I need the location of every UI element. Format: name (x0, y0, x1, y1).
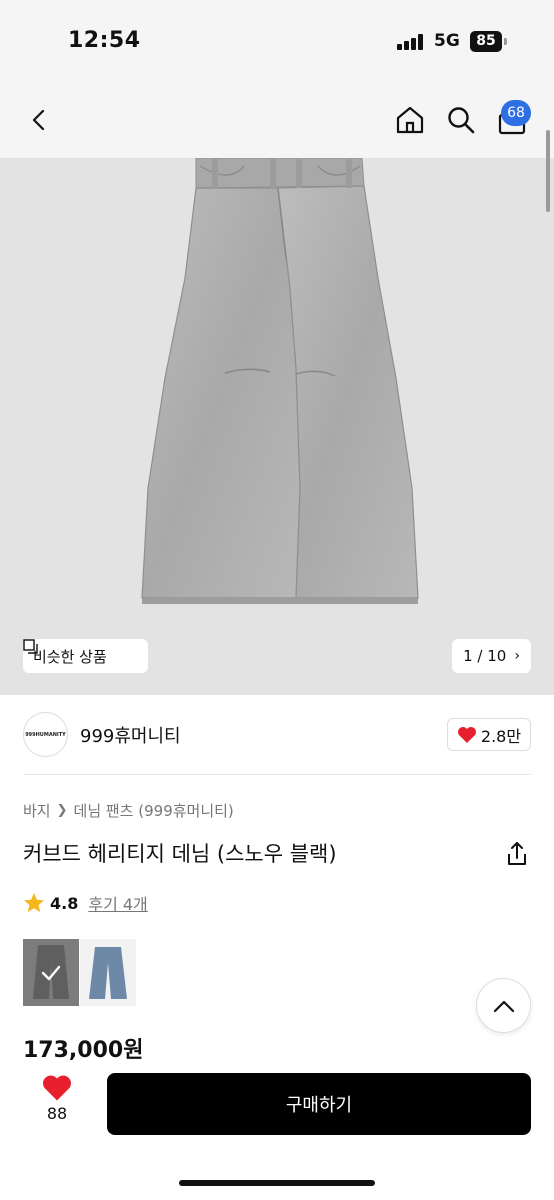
jeans-thumbnail-blue (89, 947, 127, 999)
search-icon[interactable] (441, 100, 481, 140)
product-image[interactable]: 비슷한 상품 1 / 10 › (0, 158, 554, 695)
brand-row[interactable]: 999HUMANITY 999휴머니티 2.8만 (0, 695, 554, 775)
brand-logo[interactable]: 999HUMANITY (23, 712, 68, 757)
breadcrumb-item[interactable]: 바지 (23, 800, 51, 821)
divider (23, 774, 531, 775)
rating-value: 4.8 (50, 893, 79, 913)
product-like-count: 88 (46, 1104, 68, 1123)
network-type: 5G (434, 31, 460, 51)
rating-row: 4.8 후기 4개 (23, 891, 148, 915)
buy-button[interactable]: 구매하기 (107, 1073, 531, 1135)
color-thumbnail-selected[interactable] (23, 939, 79, 1006)
jeans-illustration (141, 158, 419, 604)
breadcrumb: 바지 ❯ 데님 팬츠 (999휴머니티) (23, 800, 234, 821)
bottom-action-bar: 88 구매하기 (0, 1060, 554, 1200)
scroll-to-top-button[interactable] (476, 978, 531, 1033)
signal-icon (397, 34, 425, 50)
chevron-up-icon (493, 1000, 514, 1012)
chevron-right-icon: ❯ (56, 803, 68, 818)
product-like-button[interactable]: 88 (34, 1074, 80, 1123)
nav-bar (0, 80, 554, 158)
product-title: 커브드 헤리티지 데님 (스노우 블랙) (23, 842, 337, 866)
heart-icon (43, 1075, 71, 1101)
similar-products-label: 비슷한 상품 (33, 647, 107, 666)
cart-count-badge: 68 (501, 100, 531, 126)
status-bar: 12:54 5G 85 (0, 0, 554, 80)
color-thumbnail[interactable] (80, 939, 136, 1006)
image-page-indicator[interactable]: 1 / 10 › (452, 639, 531, 673)
battery-tip (504, 38, 507, 45)
star-icon (24, 893, 44, 912)
brand-like-button[interactable]: 2.8만 (447, 718, 531, 751)
battery-icon: 85 (470, 31, 502, 52)
share-icon[interactable] (503, 840, 531, 868)
review-link[interactable]: 후기 4개 (88, 891, 147, 915)
brand-name[interactable]: 999휴머니티 (80, 722, 181, 748)
brand-like-count: 2.8만 (480, 726, 522, 746)
copy-icon (23, 639, 38, 654)
similar-products-button[interactable]: 비슷한 상품 (23, 639, 148, 673)
check-icon (23, 939, 79, 1006)
scrollbar[interactable] (546, 130, 550, 212)
breadcrumb-item[interactable]: 데님 팬츠 (999휴머니티) (74, 800, 234, 821)
heart-icon (457, 726, 476, 743)
page-indicator-text: 1 / 10 (463, 647, 507, 665)
status-time: 12:54 (68, 28, 141, 53)
chevron-right-icon: › (514, 648, 520, 664)
home-indicator (179, 1180, 375, 1186)
home-icon[interactable] (390, 100, 430, 140)
chevron-left-icon[interactable] (20, 100, 60, 140)
